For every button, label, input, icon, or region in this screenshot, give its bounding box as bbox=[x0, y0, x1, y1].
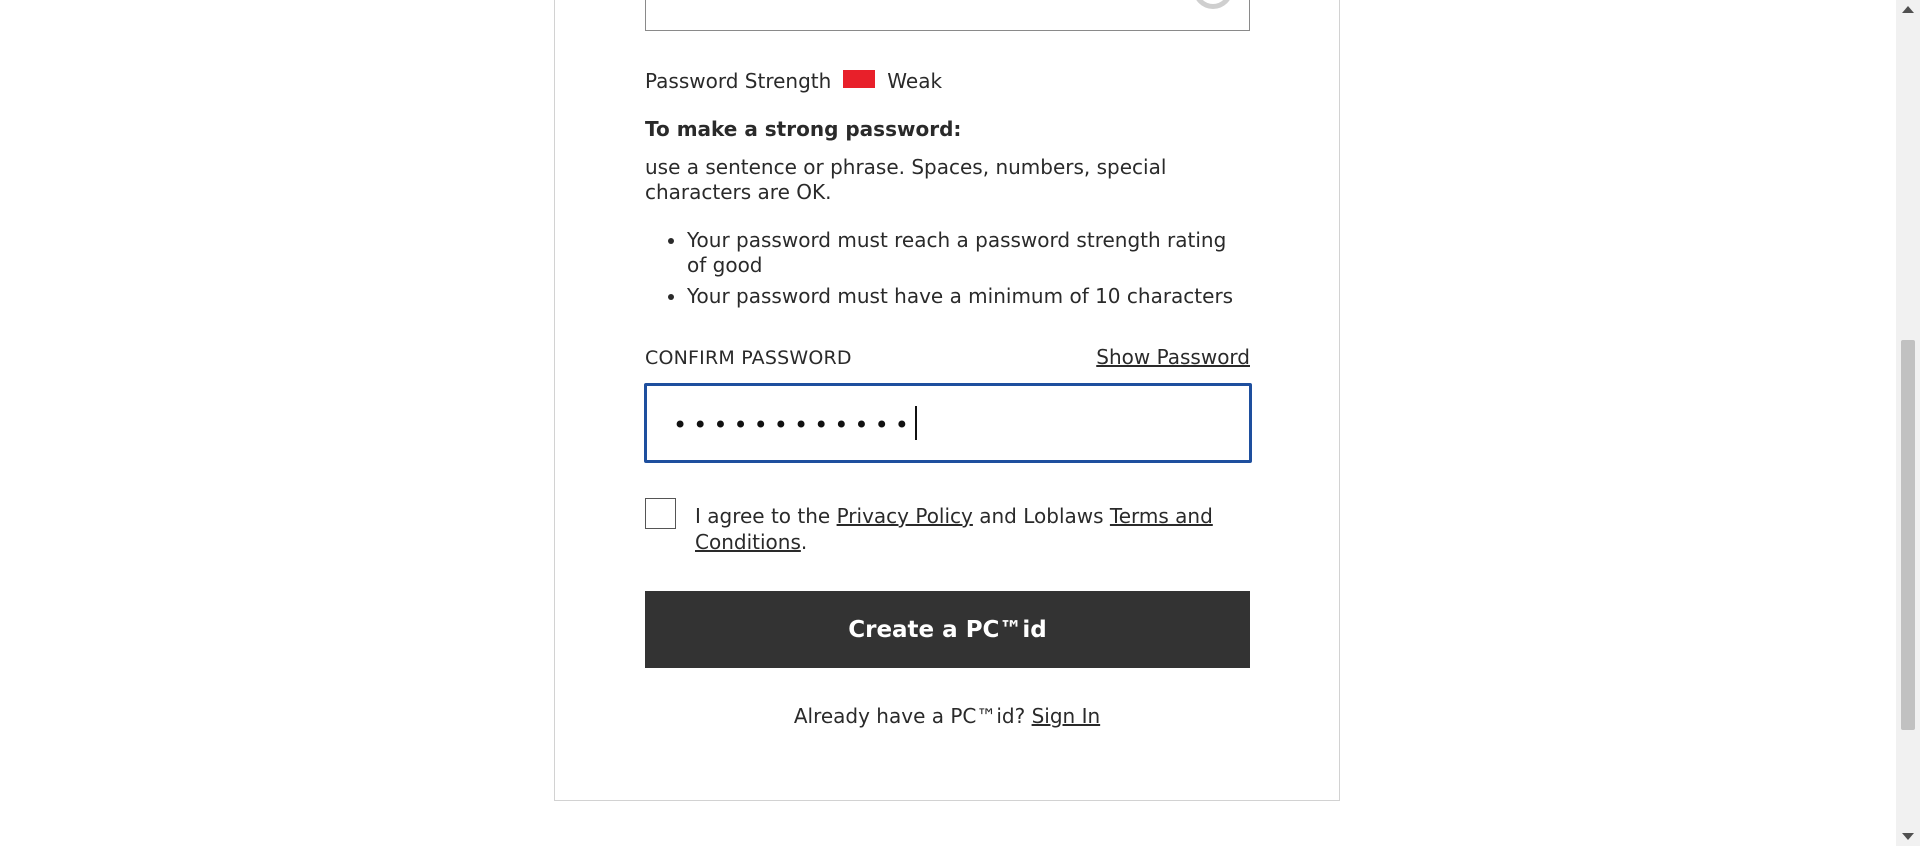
confirm-password-input[interactable]: •••••••••••• bbox=[644, 383, 1252, 463]
password-input[interactable] bbox=[645, 0, 1250, 31]
confirm-password-label: CONFIRM PASSWORD bbox=[645, 347, 852, 369]
agree-prefix: I agree to the bbox=[695, 504, 837, 528]
page-scrollbar[interactable] bbox=[1896, 0, 1920, 846]
strength-label: Password Strength bbox=[645, 69, 832, 93]
text-caret bbox=[914, 406, 917, 440]
scroll-down-arrow-icon[interactable] bbox=[1902, 833, 1914, 840]
masked-password-value: •••••••••••• bbox=[673, 411, 915, 439]
signin-prompt: Already have a PC™id? Sign In bbox=[554, 704, 1340, 728]
strength-value: Weak bbox=[887, 69, 943, 93]
agree-middle: and Loblaws bbox=[972, 504, 1110, 528]
show-password-link[interactable]: Show Password bbox=[1096, 345, 1250, 369]
agree-terms-checkbox[interactable] bbox=[645, 498, 676, 529]
loading-spinner-icon bbox=[1193, 0, 1233, 9]
scroll-up-arrow-icon[interactable] bbox=[1902, 6, 1914, 13]
password-strength-indicator: Password Strength Weak bbox=[645, 68, 942, 94]
strong-password-tip: use a sentence or phrase. Spaces, number… bbox=[645, 155, 1167, 204]
scrollbar-thumb[interactable] bbox=[1901, 340, 1915, 730]
sign-in-link[interactable]: Sign In bbox=[1032, 704, 1101, 728]
agree-terms-text: I agree to the Privacy Policy and Loblaw… bbox=[695, 503, 1235, 555]
signin-prompt-text: Already have a PC™id? bbox=[793, 704, 1032, 728]
create-pcid-button[interactable]: Create a PC™id bbox=[645, 591, 1250, 668]
password-rule: Your password must have a minimum of 10 … bbox=[687, 284, 1250, 309]
privacy-policy-link[interactable]: Privacy Policy bbox=[837, 504, 973, 528]
strength-bar bbox=[843, 70, 876, 88]
password-rule: Your password must reach a password stre… bbox=[687, 228, 1250, 278]
agree-suffix: . bbox=[800, 530, 808, 554]
strong-password-heading: To make a strong password: bbox=[645, 117, 962, 141]
password-rules-list: Your password must reach a password stre… bbox=[645, 228, 1250, 315]
